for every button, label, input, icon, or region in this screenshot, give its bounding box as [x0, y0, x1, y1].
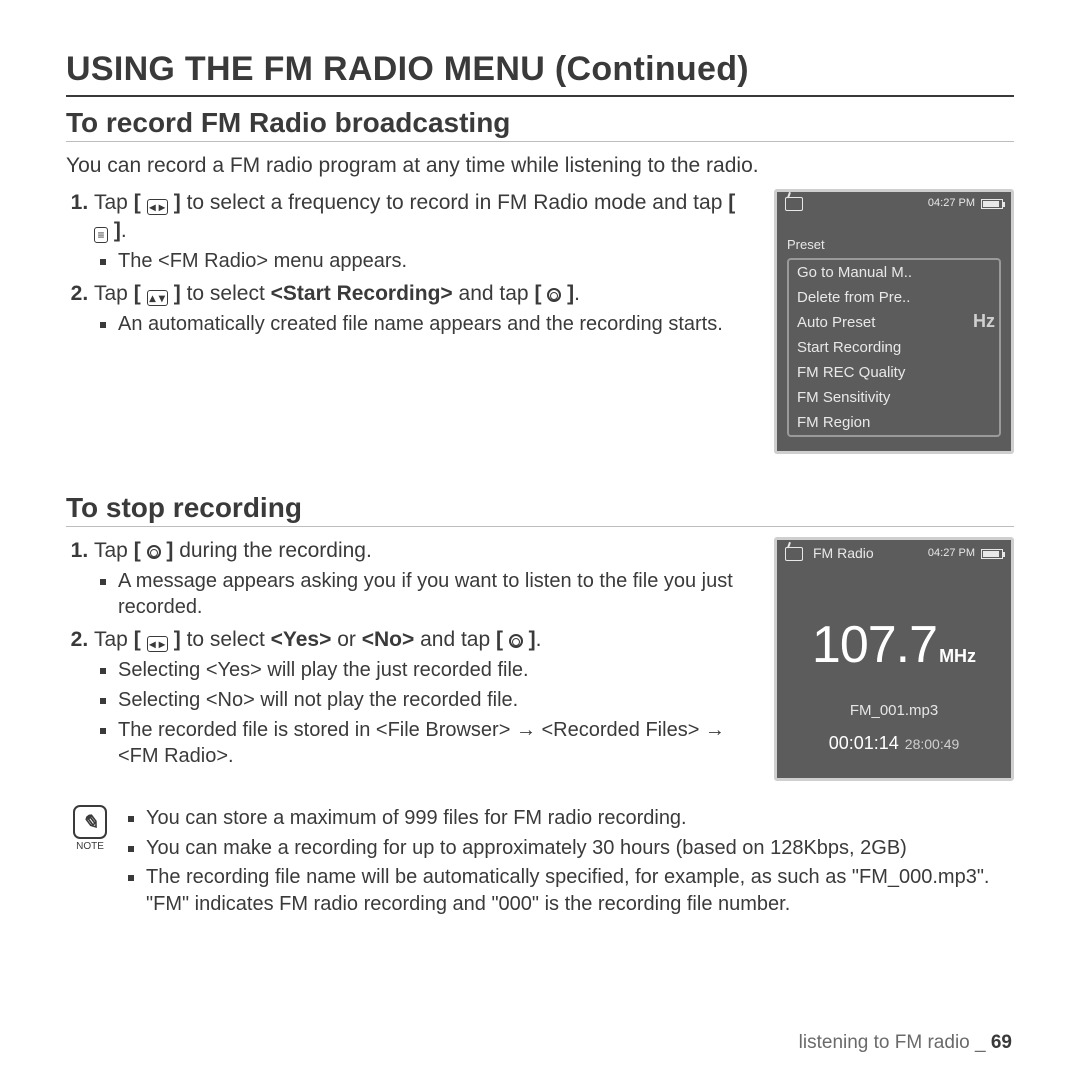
radio-icon — [785, 547, 803, 561]
s2-step2-sub: Selecting <No> will not play the recorde… — [118, 687, 754, 713]
battery-icon — [981, 199, 1003, 209]
device2-title: FM Radio — [809, 544, 874, 564]
left-right-icon: ◂ ▸ — [147, 636, 168, 652]
menu-item: Start Recording — [789, 335, 999, 360]
device2-remaining: 28:00:49 — [899, 736, 960, 752]
menu-icon: ≡ — [94, 227, 108, 243]
device-screenshot-recording: FM Radio 04:27 PM 107.7MHz FM_001.mp3 00… — [774, 537, 1014, 782]
s2-step2-sub: The recorded file is stored in <File Bro… — [118, 717, 754, 769]
page-number: 69 — [991, 1032, 1012, 1053]
select-icon — [509, 634, 523, 648]
left-right-icon: ◂ ▸ — [147, 199, 168, 215]
page-footer: listening to FM radio _ 69 — [799, 1032, 1012, 1054]
note-badge: ✎ NOTE — [66, 805, 114, 920]
note-item: The recording file name will be automati… — [146, 864, 1014, 917]
s1-step2: Tap [ ▴ ▾ ] to select <Start Recording> … — [94, 280, 754, 337]
device2-elapsed: 00:01:14 — [829, 733, 899, 753]
s2-step2-sub: Selecting <Yes> will play the just recor… — [118, 657, 754, 683]
s1-step1: Tap [ ◂ ▸ ] to select a frequency to rec… — [94, 189, 754, 274]
menu-item: Go to Manual M.. — [789, 260, 999, 285]
page-title: USING THE FM RADIO MENU (Continued) — [66, 50, 1014, 89]
menu-item: FM Region — [789, 410, 999, 435]
section2-rule — [66, 526, 1014, 527]
device1-menu: Go to Manual M.. Delete from Pre.. Auto … — [787, 258, 1001, 437]
title-rule — [66, 95, 1014, 97]
device2-unit: MHz — [937, 646, 976, 666]
radio-icon — [785, 197, 803, 211]
menu-item: FM Sensitivity — [789, 385, 999, 410]
device2-time: 04:27 PM — [928, 546, 975, 561]
menu-item: Delete from Pre.. — [789, 285, 999, 310]
section1-rule — [66, 141, 1014, 142]
note-item: You can store a maximum of 999 files for… — [146, 805, 1014, 831]
note-label: NOTE — [66, 841, 114, 852]
note-item: You can make a recording for up to appro… — [146, 835, 1014, 861]
menu-item: Auto Preset — [789, 310, 999, 335]
note-list: You can store a maximum of 999 files for… — [124, 805, 1014, 920]
select-icon — [147, 545, 161, 559]
up-down-icon: ▴ ▾ — [147, 290, 168, 306]
select-icon — [547, 288, 561, 302]
s1-step2-sub: An automatically created file name appea… — [118, 311, 754, 337]
s1-step1-sub: The <FM Radio> menu appears. — [118, 248, 754, 274]
device1-preset-label: Preset — [777, 214, 1011, 256]
s2-step1-sub: A message appears asking you if you want… — [118, 568, 754, 620]
device-screenshot-menu: 04:27 PM Preset Go to Manual M.. Delete … — [774, 189, 1014, 454]
hz-hint: Hz — [973, 309, 995, 334]
menu-item: FM REC Quality — [789, 360, 999, 385]
device1-time: 04:27 PM — [928, 196, 975, 211]
device2-filename: FM_001.mp3 — [777, 700, 1011, 721]
s2-step2: Tap [ ◂ ▸ ] to select <Yes> or <No> and … — [94, 626, 754, 769]
section2-heading: To stop recording — [66, 492, 1014, 524]
section1-intro: You can record a FM radio program at any… — [66, 152, 1014, 179]
note-icon: ✎ — [73, 805, 107, 839]
device2-frequency: 107.7 — [812, 616, 937, 674]
battery-icon — [981, 549, 1003, 559]
s2-step1: Tap [ ] during the recording. A message … — [94, 537, 754, 620]
section1-heading: To record FM Radio broadcasting — [66, 107, 1014, 139]
